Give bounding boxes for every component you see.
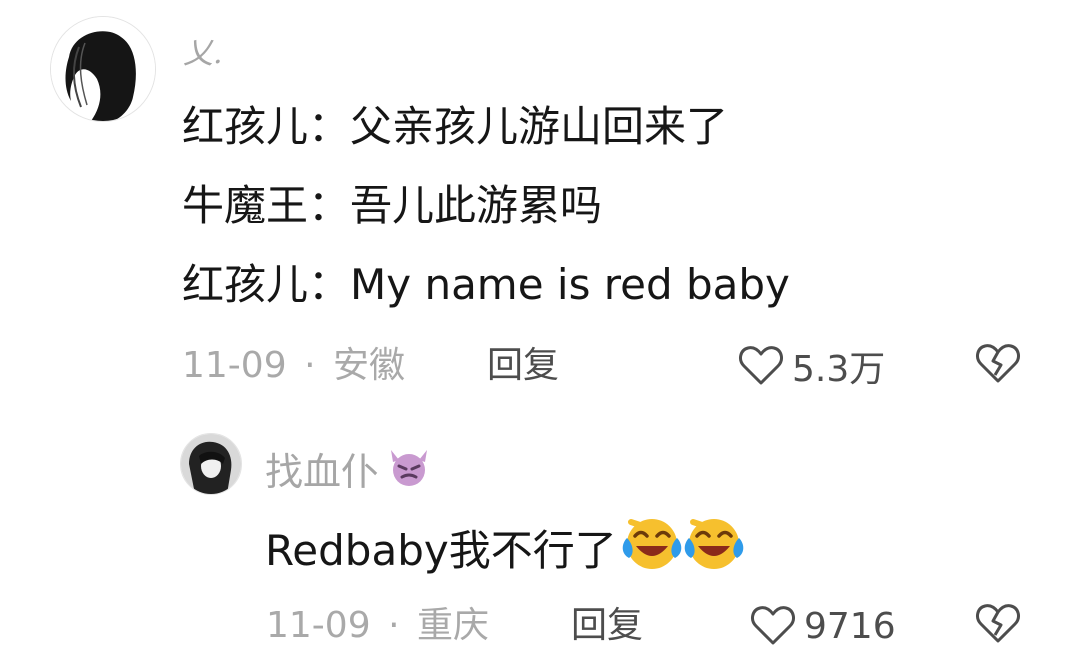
heart-outline-icon bbox=[738, 345, 784, 387]
broken-heart-icon bbox=[976, 344, 1020, 383]
comment-reply-button[interactable]: 回复 bbox=[487, 344, 559, 388]
comment-date: 11-09 bbox=[182, 345, 287, 386]
comment-username[interactable]: 乂. bbox=[183, 28, 223, 72]
reply-location: 重庆 bbox=[416, 605, 489, 646]
comment-dislike-button[interactable] bbox=[975, 343, 1021, 387]
reply-date: 11-09 bbox=[266, 605, 371, 646]
meta-separator: · bbox=[388, 605, 400, 646]
comment-like-button[interactable]: 5.3万 bbox=[738, 343, 886, 390]
reply-like-button[interactable]: 9716 bbox=[750, 603, 896, 649]
comment-line-3: 红孩儿：My name is red baby bbox=[182, 260, 790, 309]
comment-like-count: 5.3万 bbox=[792, 349, 886, 390]
reply-avatar[interactable] bbox=[180, 433, 242, 495]
devil-emoji-icon bbox=[385, 444, 433, 499]
comment-line-2: 牛魔王：吾儿此游累吗 bbox=[182, 181, 603, 230]
meta-separator: · bbox=[304, 345, 316, 386]
reply-like-count: 9716 bbox=[804, 605, 896, 647]
heart-outline-icon bbox=[750, 605, 796, 647]
reply-reply-button[interactable]: 回复 bbox=[571, 604, 643, 648]
broken-heart-icon bbox=[976, 604, 1020, 643]
reply-avatar-image bbox=[181, 434, 241, 494]
laughing-crying-emoji-icon bbox=[683, 514, 745, 588]
comment-location: 安徽 bbox=[332, 345, 405, 386]
reply-dislike-button[interactable] bbox=[975, 603, 1021, 647]
reply-text: Redbaby我不行了 bbox=[265, 526, 617, 575]
laughing-crying-emoji-icon bbox=[621, 514, 683, 588]
comment-meta: 11-09 · 安徽 bbox=[182, 344, 405, 388]
reply-username-row: 找血仆 bbox=[265, 444, 433, 499]
reply-text-row: Redbaby我不行了 bbox=[265, 514, 745, 588]
reply-meta: 11-09 · 重庆 bbox=[266, 604, 489, 648]
avatar-image bbox=[51, 17, 155, 121]
comment-line-1: 红孩儿：父亲孩儿游山回来了 bbox=[182, 102, 729, 151]
reply-username[interactable]: 找血仆 bbox=[265, 448, 379, 496]
avatar[interactable] bbox=[50, 16, 156, 122]
